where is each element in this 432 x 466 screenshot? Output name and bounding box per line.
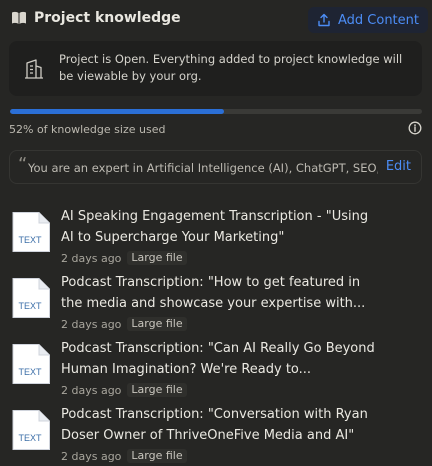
file-type-label: TEXT <box>18 235 42 245</box>
file-date: 2 days ago <box>61 251 122 265</box>
file-meta: 2 days ago Large file <box>61 251 187 265</box>
file-title: Podcast Transcription: "How to get featu… <box>61 275 366 311</box>
file-meta: 2 days ago Large file <box>61 449 187 463</box>
file-item[interactable]: TEXT Podcast Transcription: "Can AI Real… <box>0 338 432 400</box>
file-date: 2 days ago <box>61 449 122 463</box>
edit-instructions-button[interactable]: Edit <box>386 159 411 174</box>
knowledge-usage-fill <box>10 109 225 114</box>
header-title-group: Project knowledge <box>11 10 181 26</box>
book-icon <box>12 11 26 24</box>
text-file-icon: TEXT <box>12 410 50 450</box>
knowledge-usage-label: 52% of knowledge size used <box>9 123 166 136</box>
file-meta: 2 days ago Large file <box>61 383 187 397</box>
file-size-badge: Large file <box>127 383 187 397</box>
file-title: Podcast Transcription: "Conversation wit… <box>61 407 368 443</box>
file-item[interactable]: TEXT Podcast Transcription: "How to get … <box>0 272 432 334</box>
file-title: Podcast Transcription: "Can AI Really Go… <box>61 341 375 377</box>
file-date: 2 days ago <box>61 317 122 331</box>
text-file-icon: TEXT <box>12 212 50 252</box>
add-content-label: Add Content <box>337 12 419 28</box>
project-instructions[interactable]: “ You are an expert in Artificial Intell… <box>9 150 422 184</box>
file-size-badge: Large file <box>127 317 187 331</box>
instructions-text: You are an expert in Artificial Intellig… <box>28 161 378 175</box>
visibility-notice: Project is Open. Everything added to pro… <box>9 41 422 96</box>
file-type-label: TEXT <box>18 301 42 311</box>
file-title: AI Speaking Engagement Transcription - "… <box>61 209 369 245</box>
text-file-icon: TEXT <box>12 278 50 318</box>
file-item[interactable]: TEXT Podcast Transcription: "Conversatio… <box>0 404 432 466</box>
file-item[interactable]: TEXT AI Speaking Engagement Transcriptio… <box>0 206 432 268</box>
upload-icon <box>318 13 330 27</box>
file-meta: 2 days ago Large file <box>61 317 187 331</box>
file-type-label: TEXT <box>18 367 42 377</box>
quote-icon: “ <box>18 154 28 175</box>
file-type-label: TEXT <box>18 433 42 443</box>
page-title: Project knowledge <box>34 10 181 26</box>
notice-text: Project is Open. Everything added to pro… <box>59 52 403 83</box>
info-icon[interactable] <box>408 121 422 135</box>
text-file-icon: TEXT <box>12 344 50 384</box>
file-date: 2 days ago <box>61 383 122 397</box>
panel-header: Project knowledge Add Content <box>0 0 432 38</box>
building-icon <box>25 59 43 79</box>
file-size-badge: Large file <box>127 251 187 265</box>
knowledge-usage-bar <box>10 109 422 114</box>
file-size-badge: Large file <box>127 449 187 463</box>
add-content-button[interactable]: Add Content <box>308 7 428 33</box>
